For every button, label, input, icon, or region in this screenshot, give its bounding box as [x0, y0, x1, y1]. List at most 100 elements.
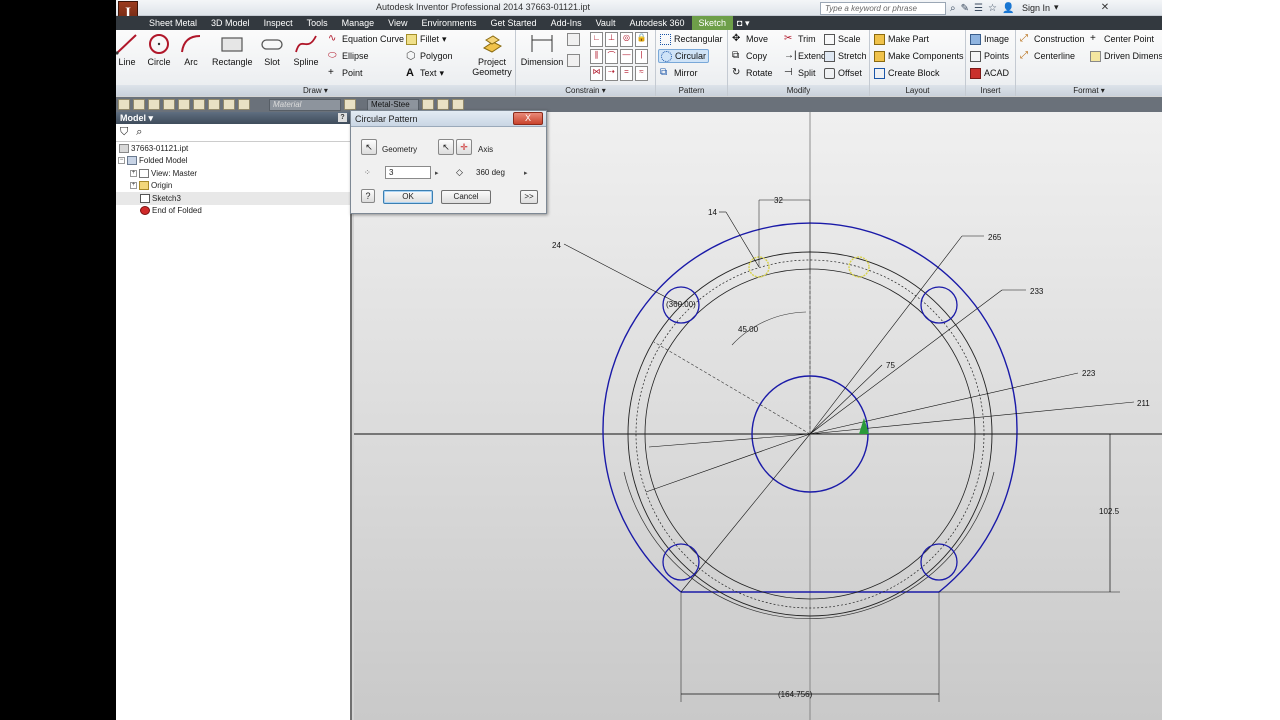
arc-button[interactable]: Arc — [174, 32, 208, 67]
spline-button[interactable]: Spline — [289, 32, 323, 67]
tab-sketch[interactable]: Sketch — [691, 16, 734, 30]
expand-icon[interactable]: + — [130, 182, 137, 190]
mirror-button[interactable]: ⧉ Mirror — [660, 66, 698, 80]
tab-view[interactable]: View — [381, 16, 414, 30]
tree-item-view-master[interactable]: + View: Master — [116, 167, 350, 180]
create-block-button[interactable]: Create Block — [874, 66, 940, 80]
stretch-button[interactable]: Stretch — [824, 49, 867, 63]
binoculars-icon[interactable]: ⌕ — [950, 3, 956, 14]
constraint-settings-icon[interactable] — [567, 54, 580, 67]
move-button[interactable]: ✥ Move — [732, 32, 768, 46]
fx-icon[interactable] — [437, 99, 449, 110]
rectangle-button[interactable]: Rectangle — [212, 32, 253, 67]
tab-get-started[interactable]: Get Started — [484, 16, 544, 30]
rectangular-pattern-button[interactable]: Rectangular — [660, 32, 723, 46]
tree-item-folded-model[interactable]: − Folded Model — [116, 155, 350, 168]
tree-item-end-of-folded[interactable]: End of Folded — [116, 205, 350, 218]
parallel-icon[interactable]: ∥ — [590, 49, 603, 64]
axis-flip-button[interactable]: ✛ — [456, 139, 472, 155]
circle-button[interactable]: Circle — [142, 32, 176, 67]
more-options-button[interactable]: >> — [520, 190, 538, 204]
tab-environments[interactable]: Environments — [415, 16, 484, 30]
home-icon[interactable] — [193, 99, 205, 110]
coincident-icon[interactable]: ∟ — [590, 32, 603, 47]
acad-button[interactable]: ACAD — [970, 66, 1009, 80]
count-arrow-icon[interactable]: ▸ — [435, 169, 439, 177]
axis-select-button[interactable]: ↖ — [438, 139, 454, 155]
vertical-icon[interactable]: | — [635, 49, 648, 64]
horizontal-icon[interactable]: — — [620, 49, 633, 64]
collinear-icon[interactable]: ⇢ — [605, 66, 618, 81]
star-icon[interactable]: ☆ — [988, 3, 997, 14]
circular-pattern-button[interactable]: Circular — [658, 49, 710, 63]
make-part-button[interactable]: Make Part — [874, 32, 929, 46]
extend-button[interactable]: →| Extend — [784, 49, 826, 63]
equal-icon[interactable]: = — [620, 66, 633, 81]
appearance-icon[interactable] — [344, 99, 356, 110]
format-panel-label[interactable]: Format ▾ — [1016, 85, 1162, 96]
rotate-button[interactable]: ↻ Rotate — [732, 66, 773, 80]
tangent-icon[interactable]: ⌒ — [605, 49, 618, 64]
help-search-input[interactable]: Type a keyword or phrase — [820, 2, 946, 15]
select-icon[interactable] — [223, 99, 235, 110]
centerline-button[interactable]: ⤢ Centerline — [1020, 49, 1075, 63]
find-icon[interactable]: ⌕ — [136, 126, 142, 139]
tab-manage[interactable]: Manage — [335, 16, 382, 30]
dialog-close-button[interactable]: X — [513, 112, 543, 125]
project-geometry-button[interactable]: Project Geometry — [470, 32, 514, 77]
point-button[interactable]: + Point — [328, 66, 363, 80]
draw-panel-label[interactable]: Draw ▾ — [116, 85, 515, 96]
scale-button[interactable]: Scale — [824, 32, 861, 46]
make-components-button[interactable]: Make Components — [874, 49, 964, 63]
tab-options-icon[interactable]: ◘ ▾ — [733, 16, 753, 30]
copy-button[interactable]: ⧉ Copy — [732, 49, 767, 63]
clear-appearance-icon[interactable] — [422, 99, 434, 110]
tab-autodesk-360[interactable]: Autodesk 360 — [622, 16, 691, 30]
text-button[interactable]: A Text ▾ — [406, 66, 444, 80]
update-icon[interactable] — [238, 99, 250, 110]
cancel-button[interactable]: Cancel — [441, 190, 491, 204]
fillet-button[interactable]: Fillet ▾ — [406, 32, 447, 46]
polygon-button[interactable]: ⬡ Polygon — [406, 49, 453, 63]
help-icon[interactable]: ? — [361, 189, 375, 203]
tab-vault[interactable]: Vault — [589, 16, 623, 30]
new-icon[interactable] — [118, 99, 130, 110]
appearance-select[interactable]: Metal-Stee — [367, 98, 419, 111]
print-icon[interactable] — [208, 99, 220, 110]
redo-icon[interactable] — [178, 99, 190, 110]
expand-icon[interactable]: + — [130, 169, 137, 177]
tab-inspect[interactable]: Inspect — [257, 16, 300, 30]
center-point-button[interactable]: + Center Point — [1090, 32, 1154, 46]
symmetric-icon[interactable]: ⋈ — [590, 66, 603, 81]
tab-sheet-metal[interactable]: Sheet Metal — [142, 16, 204, 30]
filter-icon[interactable]: ⛉ — [120, 126, 128, 139]
line-button[interactable]: Line — [116, 32, 144, 67]
browser-help-button[interactable]: ? — [338, 113, 347, 122]
tree-item-sketch3[interactable]: Sketch3 — [116, 192, 350, 205]
tree-item-part[interactable]: 37663-01121.ipt — [116, 142, 350, 155]
angle-input[interactable]: 360 deg — [472, 166, 520, 179]
ellipse-button[interactable]: ⬭ Ellipse — [328, 49, 369, 63]
offset-button[interactable]: Offset — [824, 66, 862, 80]
save-icon[interactable] — [148, 99, 160, 110]
slot-button[interactable]: Slot — [255, 32, 289, 67]
ok-button[interactable]: OK — [383, 190, 433, 204]
concentric-icon[interactable]: ◎ — [620, 32, 633, 47]
close-icon[interactable]: ✕ — [1098, 1, 1112, 14]
construction-button[interactable]: ⤢ Construction — [1020, 32, 1085, 46]
constrain-panel-label[interactable]: Constrain ▾ — [516, 85, 655, 96]
open-icon[interactable] — [133, 99, 145, 110]
customize-icon[interactable] — [452, 99, 464, 110]
wrench-icon[interactable]: ✎ — [961, 3, 969, 14]
fix-icon[interactable]: 🔒 — [635, 32, 648, 47]
trim-button[interactable]: ✂ Trim — [784, 32, 816, 46]
split-button[interactable]: ⊣ Split — [784, 66, 816, 80]
tab-tools[interactable]: Tools — [300, 16, 335, 30]
subscription-icon[interactable]: ☰ — [974, 3, 983, 14]
auto-dimension-icon[interactable] — [567, 33, 580, 46]
collapse-icon[interactable]: − — [118, 157, 125, 165]
image-button[interactable]: Image — [970, 32, 1009, 46]
points-button[interactable]: Points — [970, 49, 1009, 63]
geometry-select-button[interactable]: ↖ — [361, 139, 377, 155]
tab-3d-model[interactable]: 3D Model — [204, 16, 257, 30]
